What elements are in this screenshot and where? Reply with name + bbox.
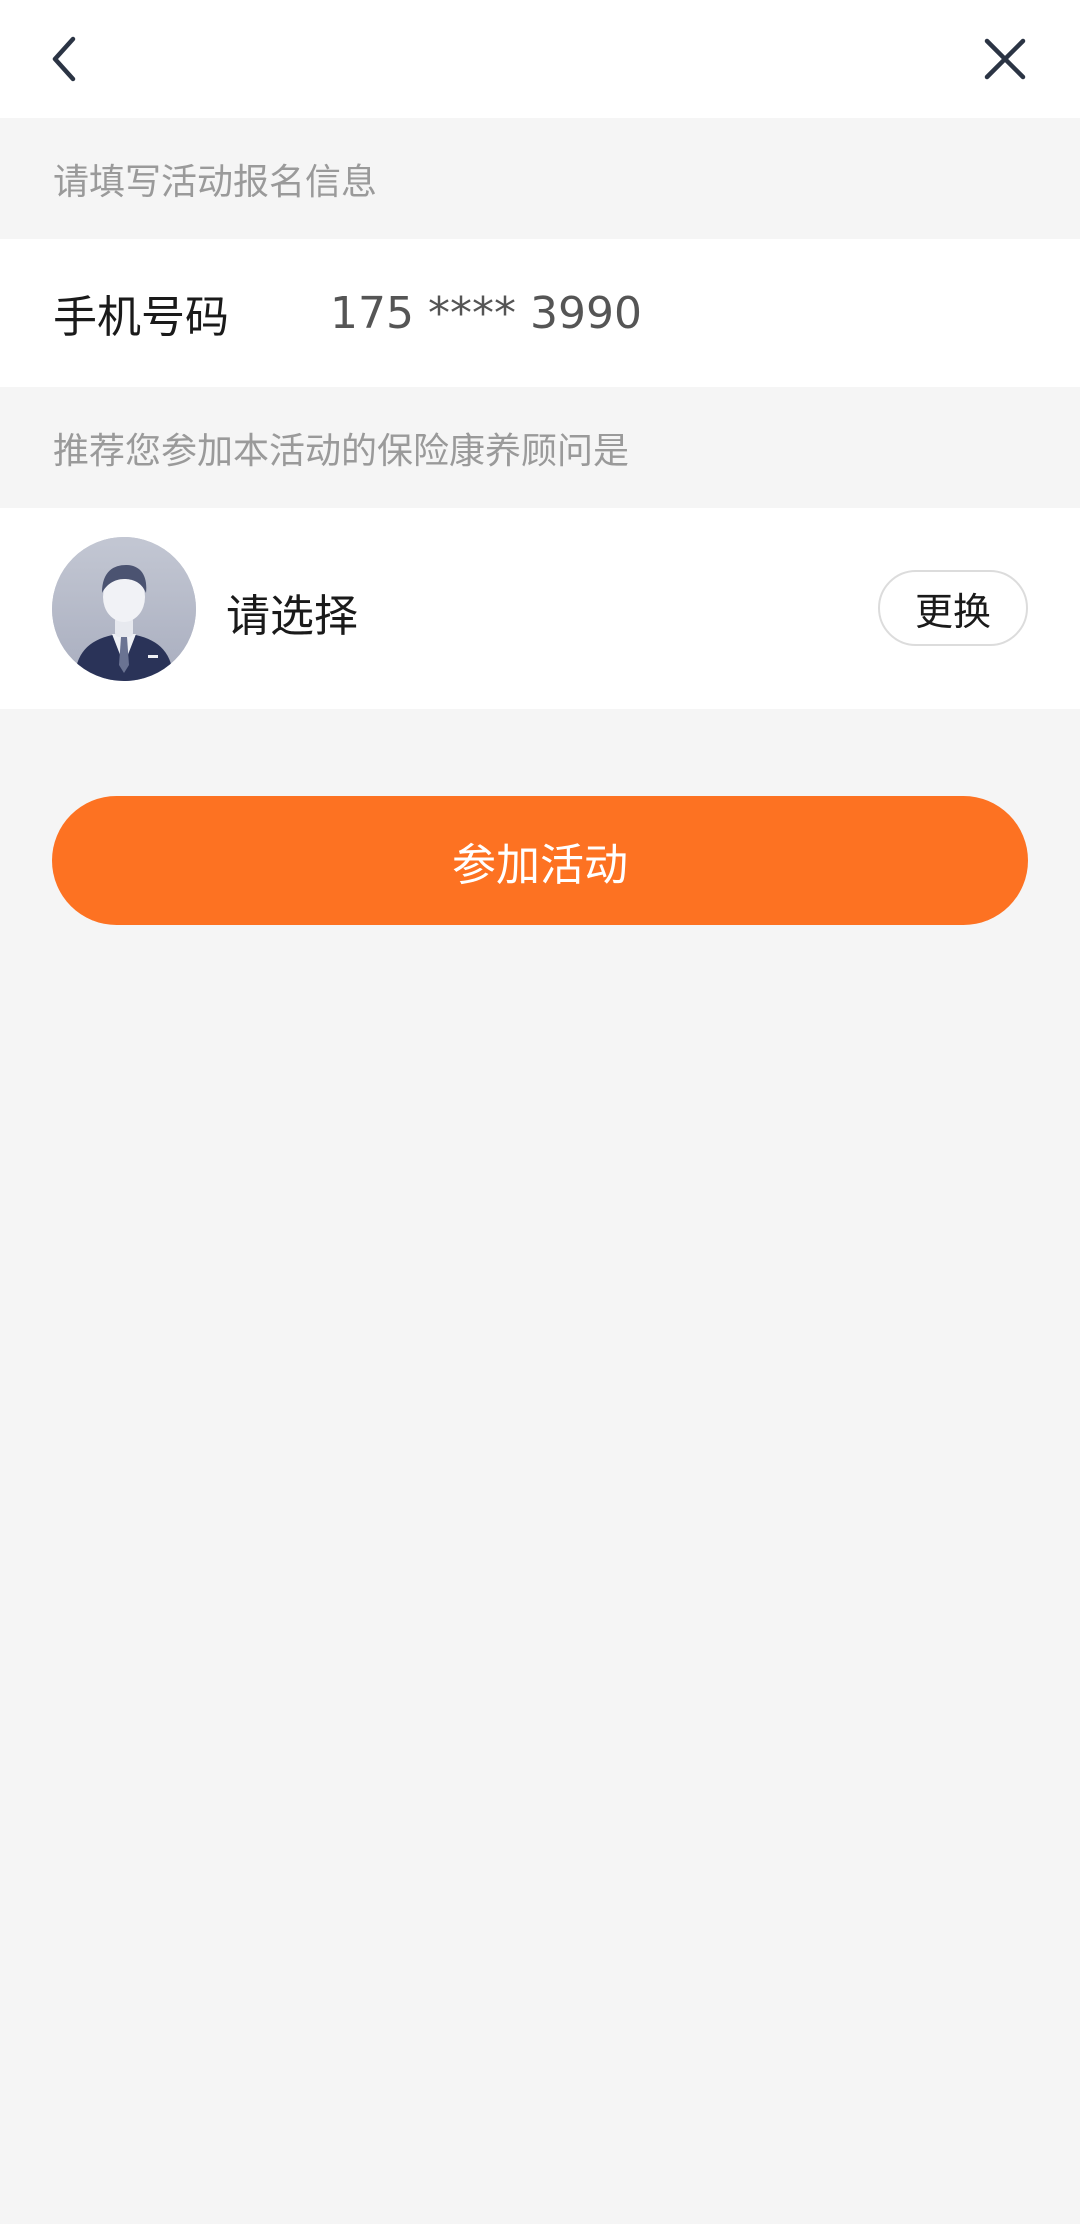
back-button[interactable] bbox=[30, 24, 100, 94]
advisor-section-header: 推荐您参加本活动的保险康养顾问是 bbox=[0, 387, 1080, 508]
close-icon bbox=[984, 38, 1026, 80]
advisor-row[interactable]: 请选择 更换 bbox=[0, 508, 1080, 709]
top-nav-bar bbox=[0, 0, 1080, 118]
change-advisor-button[interactable]: 更换 bbox=[878, 570, 1028, 646]
chevron-left-icon bbox=[52, 36, 76, 82]
phone-value: 175 **** 3990 bbox=[330, 287, 642, 339]
join-activity-button[interactable]: 参加活动 bbox=[52, 796, 1028, 925]
phone-label: 手机号码 bbox=[53, 292, 229, 343]
phone-row: 手机号码 175 **** 3990 bbox=[0, 239, 1080, 387]
close-button[interactable] bbox=[970, 24, 1040, 94]
advisor-name[interactable]: 请选择 bbox=[226, 580, 358, 644]
user-avatar-icon bbox=[52, 537, 196, 681]
form-section-header: 请填写活动报名信息 bbox=[0, 118, 1080, 239]
